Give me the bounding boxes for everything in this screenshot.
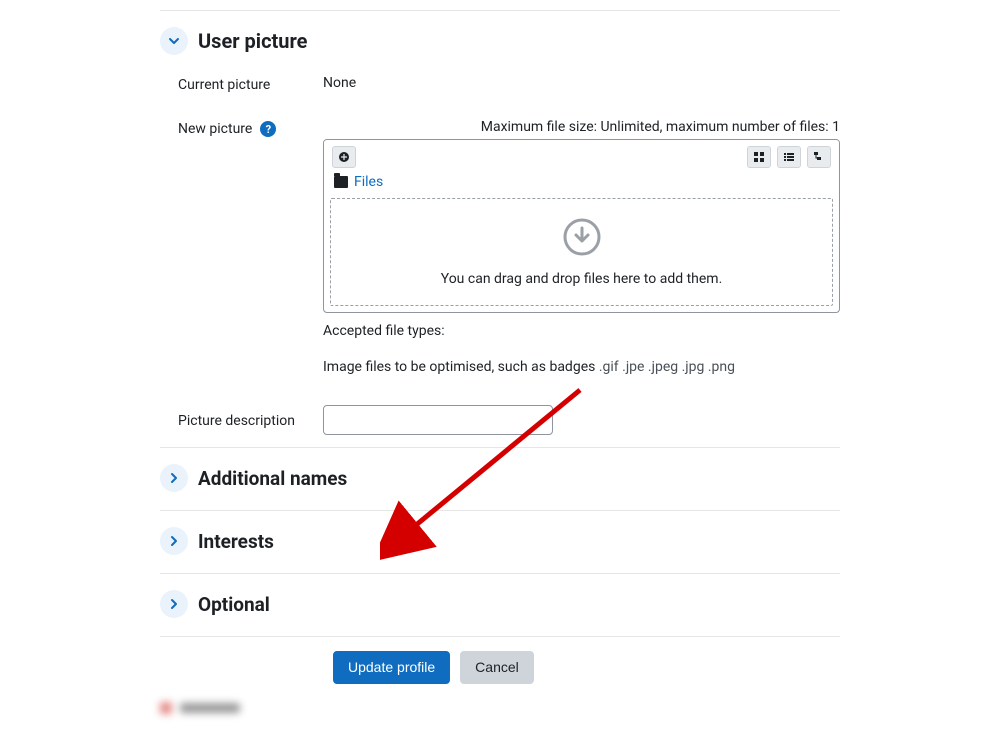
section-interests: Interests [160,510,840,573]
file-limit-text: Maximum file size: Unlimited, maximum nu… [323,119,840,135]
section-title: Optional [198,593,270,616]
current-picture-value: None [323,75,840,91]
add-file-button[interactable] [332,146,356,168]
tree-icon [813,151,825,163]
section-title: Interests [198,530,274,553]
current-picture-label: Current picture [178,75,323,93]
chevron-right-icon [160,527,188,555]
add-icon [338,151,350,163]
grid-icon [753,151,765,163]
section-additional-names: Additional names [160,447,840,510]
files-root-link[interactable]: Files [354,174,383,190]
picture-description-input[interactable] [323,405,553,435]
chevron-right-icon [160,464,188,492]
picture-description-label: Picture description [178,411,323,429]
folder-icon [334,176,348,188]
cancel-button[interactable]: Cancel [460,651,534,684]
chevron-right-icon [160,590,188,618]
view-grid-button[interactable] [747,146,771,168]
section-title: Additional names [198,467,347,490]
file-drop-area[interactable]: You can drag and drop files here to add … [330,198,833,306]
help-icon[interactable]: ? [260,121,276,137]
file-picker-toolbar [324,140,839,174]
section-toggle-optional[interactable]: Optional [160,584,840,624]
section-toggle-additional-names[interactable]: Additional names [160,458,840,498]
file-picker: Files You can drag and drop files here t… [323,139,840,313]
accepted-types-label: Accepted file types: [323,323,840,339]
section-optional: Optional [160,573,840,636]
field-current-picture: Current picture None [178,75,840,93]
section-title: User picture [198,29,307,53]
form-actions: Update profile Cancel [160,636,840,684]
update-profile-button[interactable]: Update profile [333,651,450,684]
required-icon [160,702,172,714]
field-picture-description: Picture description [178,405,840,435]
section-user-picture: User picture Current picture None New pi… [160,10,840,447]
section-toggle-user-picture[interactable]: User picture [160,21,840,61]
view-list-button[interactable] [777,146,801,168]
chevron-down-icon [160,27,188,55]
accepted-types-line: Image files to be optimised, such as bad… [323,359,840,375]
view-tree-button[interactable] [807,146,831,168]
list-icon [783,151,795,163]
drop-text: You can drag and drop files here to add … [341,271,822,287]
download-arrow-icon [341,217,822,261]
file-path: Files [324,174,839,198]
section-toggle-interests[interactable]: Interests [160,521,840,561]
new-picture-label: New picture ? [178,119,323,137]
required-note [160,702,840,714]
field-new-picture: New picture ? Maximum file size: Unlimit… [178,119,840,375]
